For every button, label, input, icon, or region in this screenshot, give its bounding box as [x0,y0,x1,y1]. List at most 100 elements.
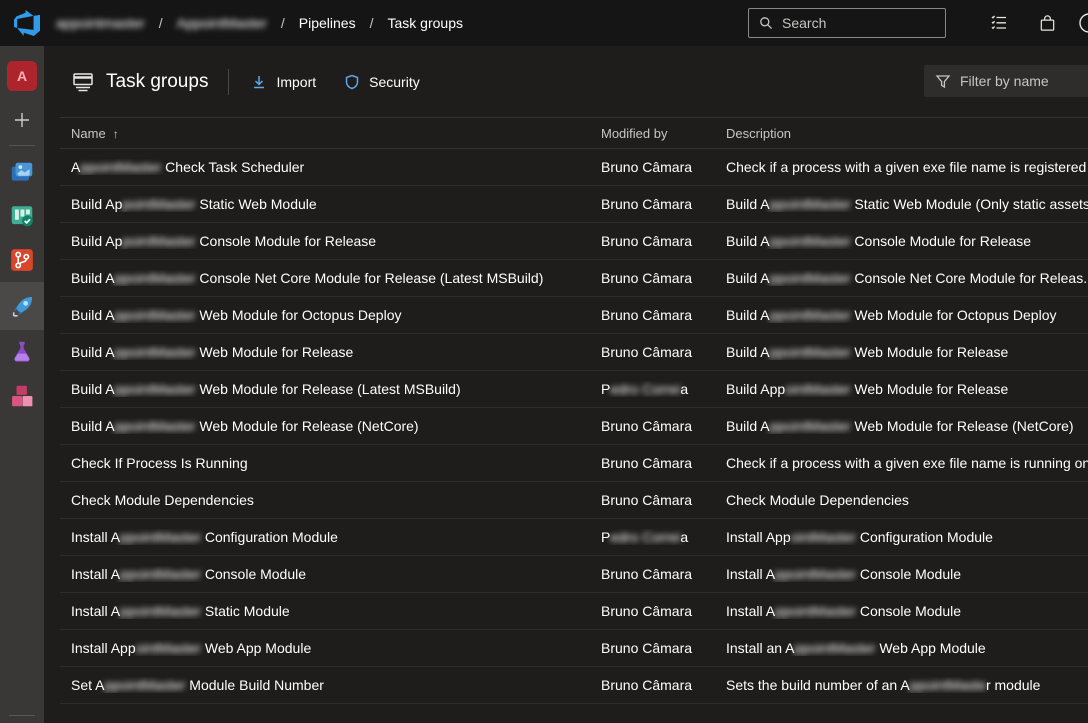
text: Bruno Câmara [601,603,692,619]
redacted-text: ppointMaster [115,344,196,360]
project-avatar[interactable]: A [0,54,44,98]
task-group-name[interactable]: Build AppointMaster Console Module for R… [71,233,601,249]
sidebar-item-artifacts[interactable] [0,374,44,418]
table-row[interactable]: Build AppointMaster Static Web ModuleBru… [60,186,1088,223]
table-row[interactable]: Install AppointMaster Web App ModuleBrun… [60,630,1088,667]
marketplace-bag-icon[interactable] [1031,7,1063,39]
boards-icon [9,203,35,229]
text: Bruno Câmara [601,270,692,286]
flask-icon [9,339,35,365]
azure-devops-logo-glyph [14,10,40,36]
table-row[interactable]: Install AppointMaster Static ModuleBruno… [60,593,1088,630]
table-row[interactable]: Check If Process Is RunningBruno CâmaraC… [60,445,1088,482]
task-group-name[interactable]: Install AppointMaster Configuration Modu… [71,529,601,545]
description: Build AppointMaster Web Module for Relea… [726,381,1088,397]
sidebar-item-overview[interactable] [0,150,44,194]
task-list-icon[interactable] [983,7,1015,39]
filter-box[interactable] [924,65,1088,97]
column-header-description[interactable]: Description [726,126,1088,141]
description: Build AppointMaster Static Web Module (O… [726,196,1088,212]
redacted-text: ppointMaster [120,603,201,619]
table-row[interactable]: Build AppointMaster Console Net Core Mod… [60,260,1088,297]
text: Install A [71,566,120,582]
text: Build A [726,344,770,360]
filter-by-name-input[interactable] [960,73,1088,89]
task-group-name[interactable]: Check If Process Is Running [71,455,601,471]
task-group-name[interactable]: Build AppointMaster Web Module for Relea… [71,418,601,434]
table-row[interactable]: Install AppointMaster Configuration Modu… [60,519,1088,556]
task-group-name[interactable]: Build AppointMaster Static Web Module [71,196,601,212]
text: Build Ap [71,196,122,212]
task-group-name[interactable]: AppointMaster Check Task Scheduler [71,159,601,175]
redacted-text: ppointMaster [115,307,196,323]
text: Build A [71,270,115,286]
text: Console Module for Release [196,233,377,249]
task-group-name[interactable]: Set AppointMaster Module Build Number [71,677,601,693]
repos-branch-icon [9,247,35,273]
security-button[interactable]: Security [344,74,420,90]
table-row[interactable]: Build AppointMaster Console Module for R… [60,223,1088,260]
redacted-text: pointMaster [122,196,195,212]
modified-by: Bruno Câmara [601,344,726,360]
task-group-name[interactable]: Build AppointMaster Console Net Core Mod… [71,270,601,286]
table-row[interactable]: Build AppointMaster Web Module for Octop… [60,297,1088,334]
help-icon[interactable] [1077,7,1088,39]
task-group-name[interactable]: Install AppointMaster Console Module [71,566,601,582]
table-row[interactable]: AppointMaster Check Task SchedulerBruno … [60,149,1088,186]
redacted-text: ppointMaster [115,270,196,286]
breadcrumb-item[interactable]: Task groups [388,15,463,31]
text: Console Module [201,566,306,582]
breadcrumb-item[interactable]: AppointMaster [177,15,267,31]
breadcrumb-item[interactable]: Pipelines [299,15,356,31]
text: r module [986,677,1040,693]
top-navigation-bar: appointmaster/AppointMaster/Pipelines/Ta… [0,0,1088,46]
text: Build A [71,418,115,434]
column-header-modified-by[interactable]: Modified by [601,126,726,141]
table-row[interactable]: Install AppointMaster Console ModuleBrun… [60,556,1088,593]
task-group-name[interactable]: Check Module Dependencies [71,492,601,508]
table-row[interactable]: Set AppointMaster Module Build NumberBru… [60,667,1088,704]
page-header: Task groups Import Security [44,46,1088,117]
task-group-name[interactable]: Install AppointMaster Static Module [71,603,601,619]
text: Build Ap [71,233,122,249]
sidebar-item-add[interactable] [0,98,44,142]
redacted-text: edro Correi [610,529,680,545]
column-header-name[interactable]: Name↑ [71,126,601,141]
task-group-name[interactable]: Install AppointMaster Web App Module [71,640,601,656]
text: Bruno Câmara [601,344,692,360]
modified-by: Bruno Câmara [601,159,726,175]
table-row[interactable]: Check Module DependenciesBruno CâmaraChe… [60,482,1088,519]
task-group-name[interactable]: Build AppointMaster Web Module for Relea… [71,344,601,360]
task-group-name[interactable]: Build AppointMaster Web Module for Relea… [71,381,601,397]
text: Module Build Number [185,677,324,693]
import-button[interactable]: Import [251,74,316,90]
sidebar-item-repos[interactable] [0,238,44,282]
text: Install A [71,529,120,545]
redacted-text: ointMaster [785,381,850,397]
task-group-name[interactable]: Build AppointMaster Web Module for Octop… [71,307,601,323]
column-header-description-label: Description [726,126,791,141]
text: Bruno Câmara [601,233,692,249]
sidebar-item-boards[interactable] [0,194,44,238]
redacted-text: ppointMaster [795,640,876,656]
redacted-text: ppointMaster [775,603,856,619]
modified-by: Bruno Câmara [601,677,726,693]
sidebar-bottom-divider [9,715,35,716]
table-row[interactable]: Build AppointMaster Web Module for Relea… [60,334,1088,371]
redacted-text: ppointMaster [120,529,201,545]
search-input[interactable] [782,15,963,31]
sort-ascending-icon: ↑ [113,127,119,141]
table-row[interactable]: Build AppointMaster Web Module for Relea… [60,371,1088,408]
text: Web App Module [201,640,311,656]
azure-devops-logo[interactable] [10,6,44,40]
text: Console Net Core Module for Releas... [851,270,1088,286]
sidebar-item-pipelines[interactable] [0,282,44,330]
description: Check Module Dependencies [726,492,1088,508]
download-icon [251,74,267,90]
text: a [680,529,688,545]
redacted-text: ppointMaster [770,233,851,249]
search-box[interactable] [748,8,946,38]
breadcrumb-item[interactable]: appointmaster [56,15,145,31]
table-row[interactable]: Build AppointMaster Web Module for Relea… [60,408,1088,445]
sidebar-item-test-plans[interactable] [0,330,44,374]
